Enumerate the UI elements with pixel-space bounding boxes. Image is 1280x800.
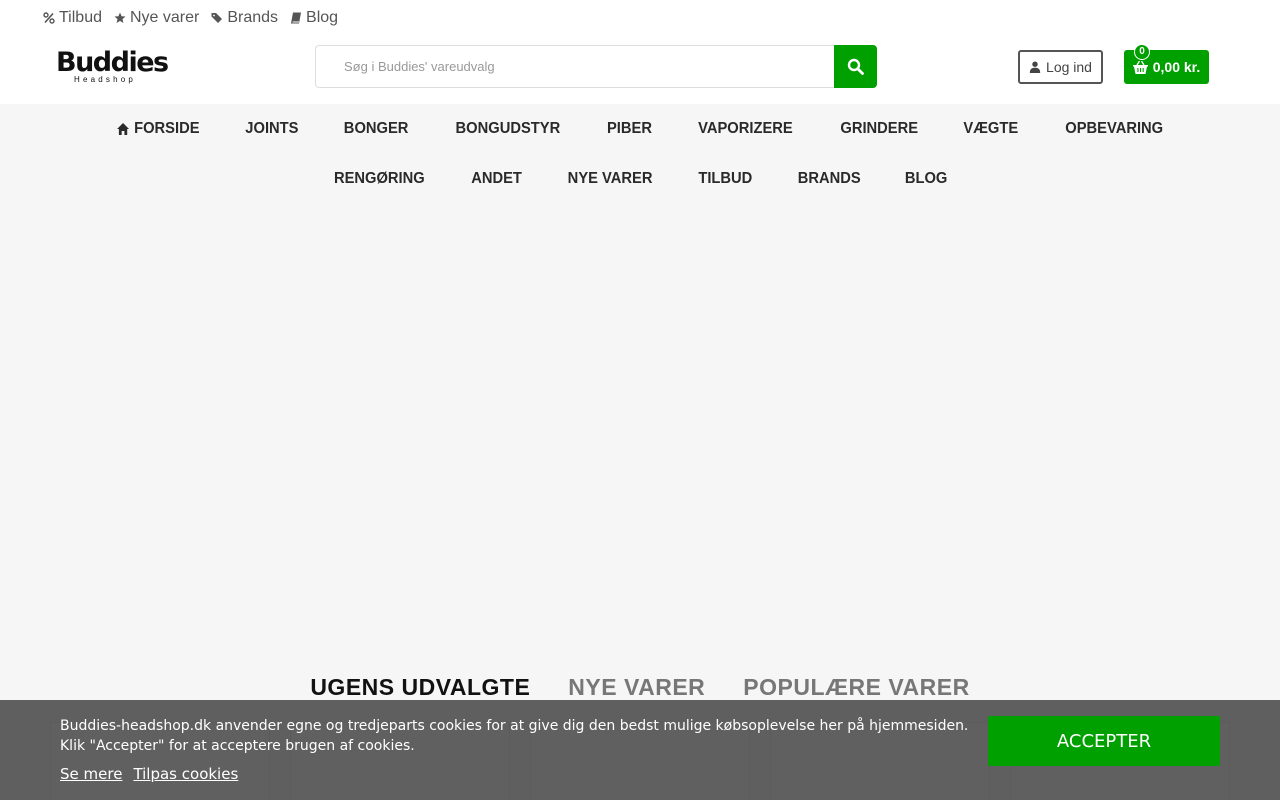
logo-text: Buddies [56,47,169,78]
percent-icon [43,12,55,24]
tab-populaere-varer[interactable]: POPULÆRE VARER [743,674,969,701]
toplink-label: Nye varer [129,9,200,26]
tags-icon [211,13,223,23]
nav-item-forside[interactable]: FORSIDE [98,120,218,138]
user-icon [1029,61,1041,73]
toplink-label: Brands [227,9,279,26]
tab-ugens-udvalgte[interactable]: UGENS UDVALGTE [310,674,530,701]
search-input[interactable] [315,45,834,88]
search-bar [315,45,877,88]
home-icon [117,123,129,135]
nav-item-joints[interactable]: JOINTS [227,120,317,138]
nav-item-andet[interactable]: ANDET [453,170,541,188]
nav-item-vaegte[interactable]: VÆGTE [945,120,1037,138]
nav-item-grindere[interactable]: GRINDERE [822,120,936,138]
toplink-nye-varer[interactable]: Nye varer [114,9,199,27]
nav-row-2: RENGØRING ANDET NYE VARER TILBUD BRANDS … [0,154,1280,204]
cart-total: 0,00 kr. [1152,59,1201,75]
toplink-label: Blog [306,9,339,26]
toplink-blog[interactable]: Blog [290,9,338,27]
site-header: Tilbud Nye varer Brands Blog Buddies Hea… [0,0,1280,104]
star-icon [114,12,126,23]
book-icon [291,12,302,24]
nav-item-rengoring[interactable]: RENGØRING [316,170,444,188]
cookie-customize-link[interactable]: Tilpas cookies [133,765,238,783]
cookie-more-link[interactable]: Se mere [60,765,122,783]
search-button[interactable] [834,45,877,88]
login-label: Log ind [1046,59,1092,75]
nav-item-blog[interactable]: BLOG [887,170,966,188]
top-links: Tilbud Nye varer Brands Blog [43,9,338,27]
toplink-tilbud[interactable]: Tilbud [43,9,102,27]
tab-nye-varer[interactable]: NYE VARER [568,674,705,701]
login-button[interactable]: Log ind [1018,50,1103,84]
cart-count-badge: 0 [1134,44,1150,60]
product-tabs: UGENS UDVALGTE NYE VARER POPULÆRE VARER [0,674,1280,701]
nav-label: FORSIDE [134,120,200,137]
toplink-label: Tilbud [59,9,102,26]
nav-item-opbevaring[interactable]: OPBEVARING [1046,120,1181,138]
nav-item-brands[interactable]: BRANDS [779,170,879,188]
nav-item-vaporizere[interactable]: VAPORIZERE [680,120,811,138]
nav-item-tilbud[interactable]: TILBUD [680,170,771,188]
cart-button[interactable]: 0 0,00 kr. [1124,44,1209,84]
cookie-text: Buddies-headshop.dk anvender egne og tre… [60,718,969,754]
basket-icon [1132,60,1148,74]
site-logo[interactable]: Buddies Headshop [56,47,169,84]
nav-item-bongudstyr[interactable]: BONGUDSTYR [437,120,578,138]
nav-item-bonger[interactable]: BONGER [325,120,426,138]
nav-item-piber[interactable]: PIBER [588,120,670,138]
cookie-banner: Buddies-headshop.dk anvender egne og tre… [0,700,1280,800]
toplink-brands[interactable]: Brands [211,9,278,27]
nav-item-nye-varer[interactable]: NYE VARER [549,170,671,188]
cookie-links: Se mere Tilpas cookies [60,765,238,783]
main-navigation: FORSIDE JOINTS BONGER BONGUDSTYR PIBER V… [0,104,1280,204]
search-icon [847,58,864,75]
accept-cookies-button[interactable]: ACCEPTER [988,716,1220,766]
nav-row-1: FORSIDE JOINTS BONGER BONGUDSTYR PIBER V… [0,104,1280,154]
